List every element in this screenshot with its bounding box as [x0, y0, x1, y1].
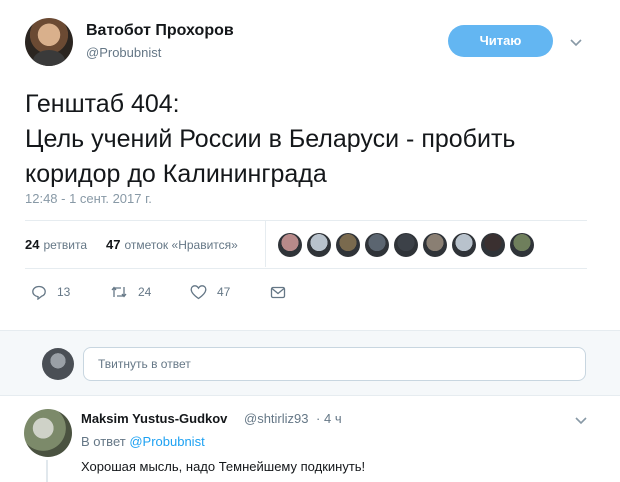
reply-button[interactable]: 13 — [31, 283, 70, 301]
retweet-icon — [111, 286, 127, 298]
separator-dot: · — [316, 411, 321, 426]
reply-input[interactable]: Твитнуть в ответ — [83, 347, 586, 381]
liker-avatar[interactable] — [510, 233, 534, 257]
liker-avatar[interactable] — [365, 233, 389, 257]
retweet-stat-count: 24 — [25, 237, 40, 252]
reply-count: 13 — [57, 285, 71, 299]
retweet-button[interactable]: 24 — [110, 283, 151, 301]
author-name[interactable]: Ватобот Прохоров — [86, 22, 234, 40]
liker-avatar[interactable] — [278, 233, 302, 257]
liker-avatar[interactable] — [481, 233, 505, 257]
liker-avatar[interactable] — [307, 233, 331, 257]
chevron-down-icon[interactable] — [570, 36, 582, 48]
chevron-down-icon[interactable] — [575, 414, 587, 426]
direct-message-icon — [270, 286, 286, 299]
reply-tweet[interactable]: Maksim Yustus-Gudkov @shtirliz93 · 4 ч В… — [0, 397, 620, 482]
tweet-text-line: коридор до Калининграда — [25, 160, 327, 188]
tweet-text-line: Цель учений России в Беларуси - пробить — [25, 125, 516, 153]
divider — [25, 268, 587, 269]
stats-divider — [265, 221, 266, 267]
like-count: 47 — [217, 285, 231, 299]
retweet-stat[interactable]: 24 ретвита — [25, 237, 87, 252]
divider — [25, 220, 587, 221]
liker-avatar[interactable] — [336, 233, 360, 257]
tweet-text: Генштаб 404: Цель учений России в Белару… — [25, 87, 605, 192]
reply-icon — [32, 285, 46, 300]
current-user-avatar — [42, 348, 74, 380]
author-avatar[interactable] — [25, 18, 73, 66]
direct-message-button[interactable] — [270, 283, 296, 301]
reply-text: Хорошая мысль, надо Темнейшему подкинуть… — [81, 459, 366, 474]
tweet-text-line: Генштаб 404: — [25, 90, 180, 118]
follow-button[interactable]: Читаю — [448, 25, 553, 57]
liker-avatar[interactable] — [452, 233, 476, 257]
heart-icon — [190, 285, 207, 300]
in-reply-prefix: В ответ — [81, 434, 126, 449]
author-handle[interactable]: @Probubnist — [86, 45, 161, 60]
reply-time[interactable]: 4 ч — [324, 411, 342, 426]
liker-avatar[interactable] — [423, 233, 447, 257]
reply-author-name[interactable]: Maksim Yustus-Gudkov — [81, 411, 227, 426]
reply-author-avatar[interactable] — [24, 409, 72, 457]
like-stat-count: 47 — [106, 237, 121, 252]
tweet-timestamp[interactable]: 12:48 - 1 сент. 2017 г. — [25, 191, 152, 206]
liker-avatar[interactable] — [394, 233, 418, 257]
reply-compose-bar: Твитнуть в ответ — [0, 330, 620, 396]
in-reply-handle-link[interactable]: @Probubnist — [129, 434, 204, 449]
main-tweet: Ватобот Прохоров @Probubnist Читаю Геншт… — [0, 0, 620, 330]
like-stat[interactable]: 47 отметок «Нравится» — [106, 237, 238, 252]
retweet-stat-label: ретвита — [43, 238, 88, 252]
retweet-count: 24 — [138, 285, 152, 299]
in-reply-to: В ответ @Probubnist — [81, 434, 205, 449]
reply-author-handle[interactable]: @shtirliz93 — [244, 411, 309, 426]
like-stat-label: отметок «Нравится» — [124, 238, 238, 252]
thread-line — [46, 460, 48, 482]
like-button[interactable]: 47 — [190, 283, 230, 301]
